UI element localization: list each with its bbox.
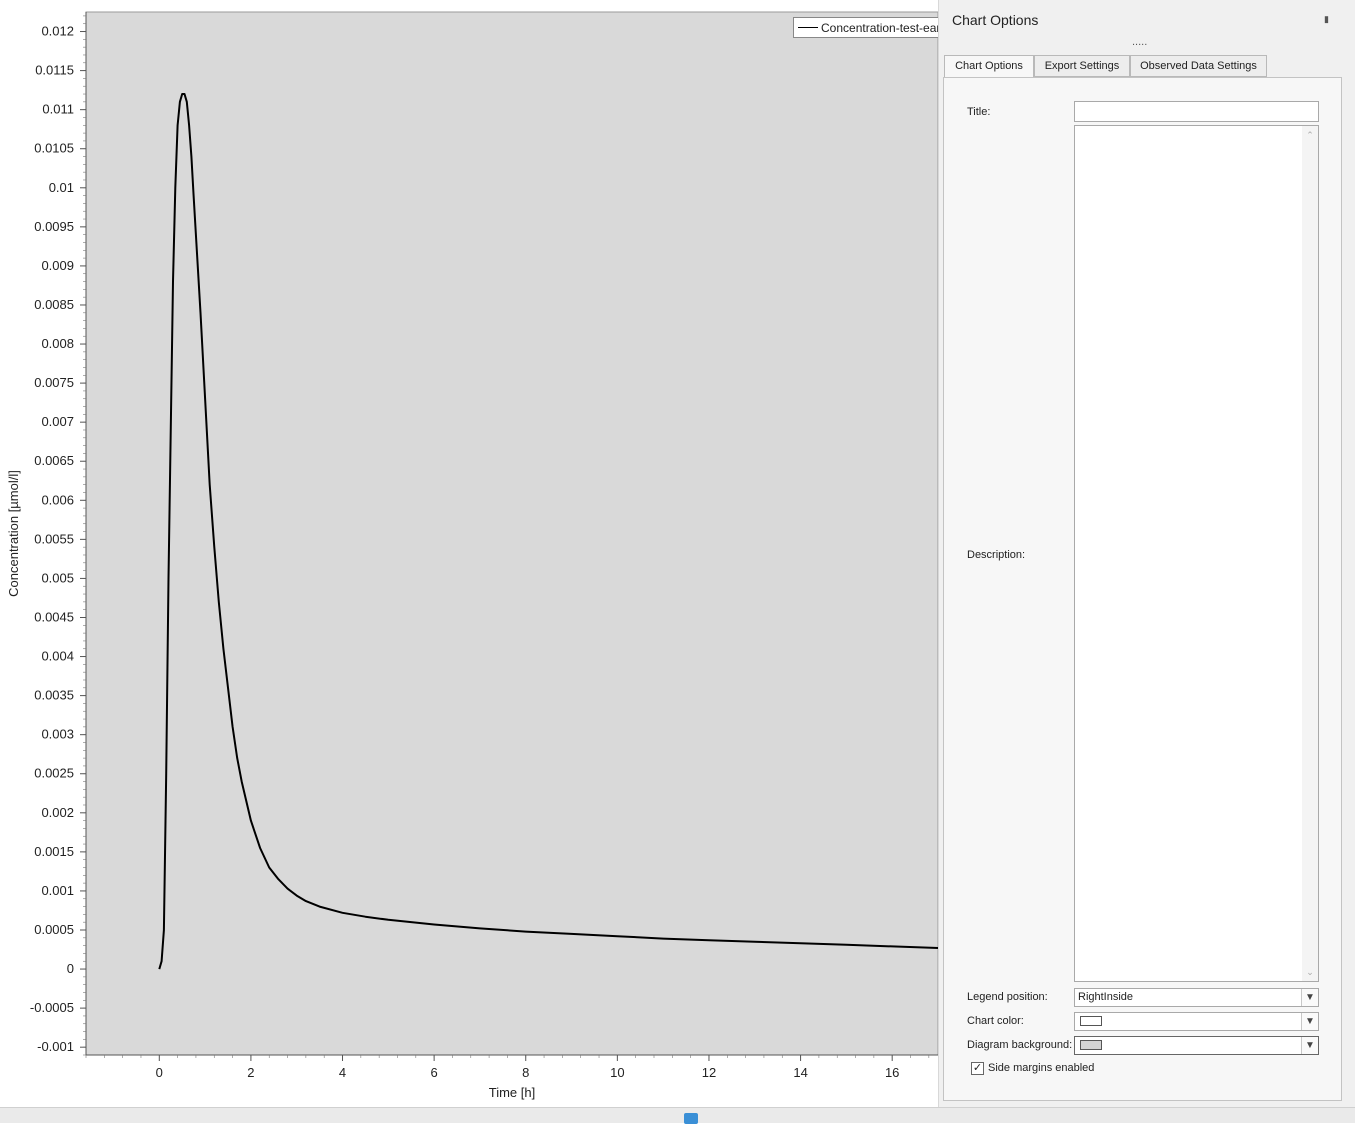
y-tick-label: 0.0035 <box>34 688 74 703</box>
x-tick-label: 16 <box>885 1065 899 1080</box>
chevron-down-icon[interactable]: ⌄ <box>1302 965 1318 979</box>
chart-options-tab-content: Title: Description: ⌃ ⌄ Legend position:… <box>943 77 1342 1101</box>
x-tick-label: 12 <box>702 1065 716 1080</box>
chevron-up-icon[interactable]: ⌃ <box>1302 128 1318 142</box>
y-tick-label: 0.0105 <box>34 141 74 156</box>
pin-icon[interactable]: ▮ <box>1324 14 1334 24</box>
tab-chart-options[interactable]: Chart Options <box>944 55 1034 78</box>
side-margins-label: Side margins enabled <box>988 1062 1095 1074</box>
legend-entry-label: Concentration-test-early <box>821 21 950 35</box>
y-tick-label: 0.009 <box>41 258 74 273</box>
y-tick-label: 0.005 <box>41 570 74 585</box>
description-textarea[interactable]: ⌃ ⌄ <box>1074 125 1319 982</box>
y-tick-label: 0.01 <box>49 180 74 195</box>
y-tick-label: 0.0055 <box>34 531 74 546</box>
y-tick-label: -0.0005 <box>30 1000 74 1015</box>
chevron-down-icon[interactable]: ▼ <box>1301 1013 1318 1030</box>
chart-color-label: Chart color: <box>967 1015 1024 1027</box>
x-tick-label: 0 <box>156 1065 163 1080</box>
chart-legend[interactable]: Concentration-test-early <box>793 17 953 38</box>
y-tick-label: 0.0025 <box>34 766 74 781</box>
y-tick-label: 0.0065 <box>34 453 74 468</box>
chart-color-select[interactable]: ▼ <box>1074 1012 1319 1031</box>
y-tick-label: 0.004 <box>41 649 74 664</box>
app-status-icon <box>684 1113 698 1124</box>
x-tick-label: 14 <box>793 1065 807 1080</box>
diagram-background-swatch <box>1080 1040 1102 1050</box>
x-tick-label: 8 <box>522 1065 529 1080</box>
y-tick-label: 0.011 <box>42 102 74 117</box>
panel-grip[interactable]: ..... <box>1132 36 1147 48</box>
status-bar <box>0 1107 1355 1124</box>
legend-position-value: RightInside <box>1078 991 1134 1003</box>
y-tick-label: 0.006 <box>41 492 74 507</box>
chart-color-swatch <box>1080 1016 1102 1026</box>
y-tick-label: 0.002 <box>41 805 74 820</box>
y-tick-label: 0.0015 <box>34 844 74 859</box>
y-tick-label: 0.0075 <box>34 375 74 390</box>
y-tick-label: 0.001 <box>41 883 74 898</box>
x-tick-label: 4 <box>339 1065 346 1080</box>
y-tick-label: 0.007 <box>41 414 74 429</box>
chart-options-panel: Chart Options ▮ ..... Chart Options Expo… <box>938 0 1355 1107</box>
y-tick-label: 0.0085 <box>34 297 74 312</box>
legend-position-select[interactable]: RightInside ▼ <box>1074 988 1319 1007</box>
description-label: Description: <box>967 549 1026 561</box>
chart-area[interactable]: 0.012 0.0115 0.011 0.0105 0.01 0.0095 0.009 0.0… <box>0 0 953 1107</box>
y-tick-label: 0 <box>67 961 74 976</box>
diagram-background-label: Diagram background: <box>967 1039 1073 1051</box>
y-tick-label: 0.003 <box>41 727 74 742</box>
y-tick-label: 0.0095 <box>34 219 74 234</box>
y-tick-label: -0.001 <box>37 1039 74 1054</box>
side-margins-checkbox[interactable]: ✓ <box>971 1062 984 1075</box>
legend-line-swatch <box>798 27 818 28</box>
y-tick-label: 0.0115 <box>35 63 74 78</box>
title-label: Title: <box>967 106 991 118</box>
x-tick-label: 6 <box>431 1065 438 1080</box>
chart-svg: 0.012 0.0115 0.011 0.0105 0.01 0.0095 0.009 0.0… <box>6 11 938 1100</box>
diagram-background-select[interactable]: ▼ <box>1074 1036 1319 1055</box>
x-axis-title: Time [h] <box>489 1085 535 1100</box>
x-tick-label: 10 <box>610 1065 624 1080</box>
panel-title: Chart Options <box>952 12 1039 28</box>
description-scrollbar[interactable]: ⌃ ⌄ <box>1302 126 1318 981</box>
y-tick-label: 0.008 <box>41 336 74 351</box>
y-axis-title: Concentration [µmol/l] <box>6 470 21 597</box>
legend-position-label: Legend position: <box>967 991 1048 1003</box>
y-tick-label: 0.012 <box>41 24 74 39</box>
y-tick-label: 0.0005 <box>34 922 74 937</box>
title-input[interactable] <box>1074 101 1319 122</box>
tab-export-settings[interactable]: Export Settings <box>1034 55 1130 77</box>
x-tick-label: 2 <box>247 1065 254 1080</box>
chevron-down-icon[interactable]: ▼ <box>1301 989 1318 1006</box>
tab-observed-data-settings[interactable]: Observed Data Settings <box>1130 55 1267 77</box>
y-tick-label: 0.0045 <box>34 609 74 624</box>
chevron-down-icon[interactable]: ▼ <box>1301 1037 1318 1054</box>
